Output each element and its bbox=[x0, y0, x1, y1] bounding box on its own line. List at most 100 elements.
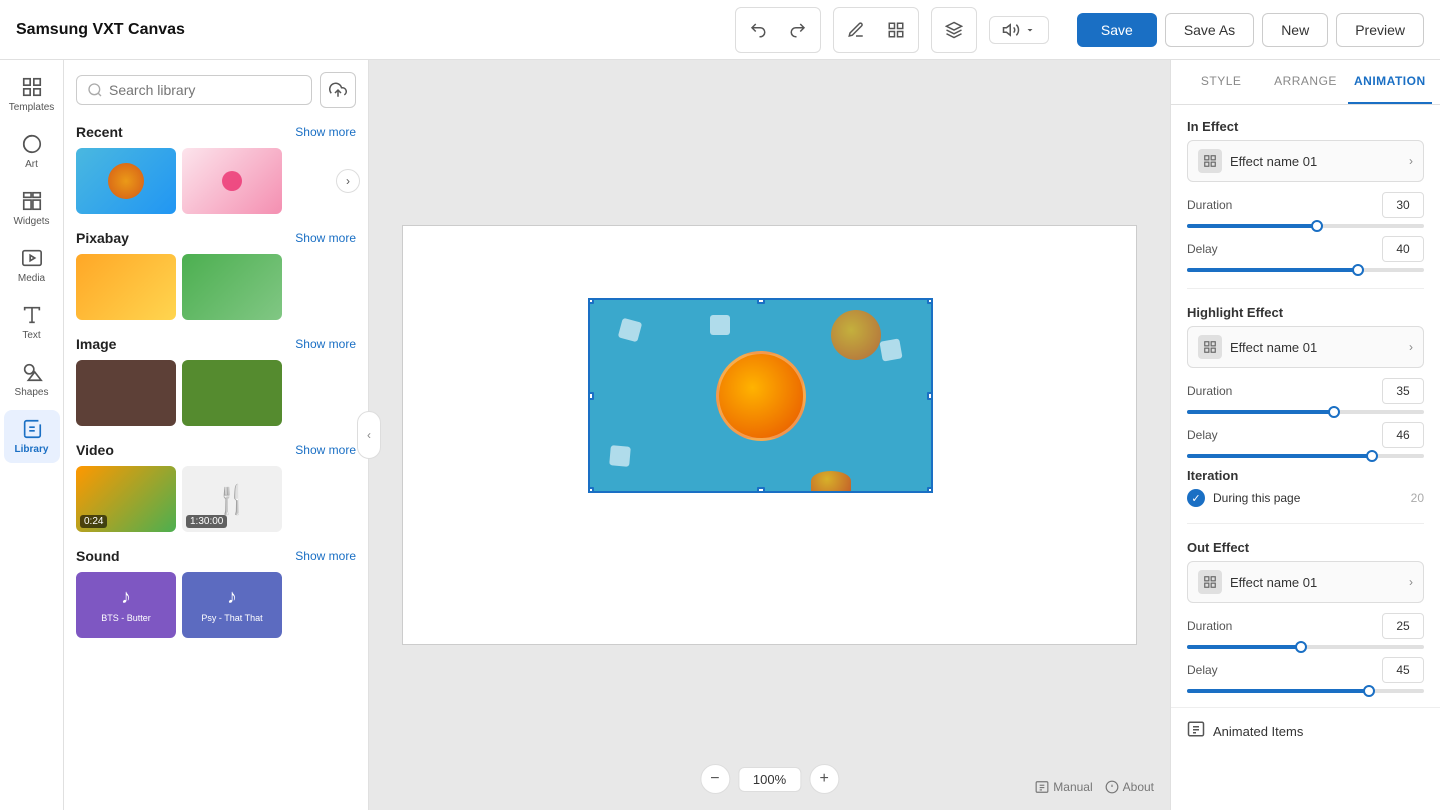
video-thumb-2[interactable]: 🍴 1:30:00 bbox=[182, 466, 282, 532]
in-duration-label: Duration bbox=[1187, 198, 1232, 212]
out-delay-fill bbox=[1187, 689, 1369, 693]
sidebar-item-widgets[interactable]: Widgets bbox=[4, 182, 60, 235]
out-delay-thumb[interactable] bbox=[1363, 685, 1375, 697]
sidebar-item-art[interactable]: Art bbox=[4, 125, 60, 178]
handle-middle-right[interactable] bbox=[927, 392, 933, 400]
in-delay-slider[interactable] bbox=[1187, 268, 1424, 272]
out-duration-row: Duration 25 bbox=[1187, 613, 1424, 649]
recent-show-more[interactable]: Show more bbox=[295, 125, 356, 139]
recent-nav-arrow[interactable]: › bbox=[336, 169, 360, 193]
in-delay-label: Delay bbox=[1187, 242, 1218, 256]
highlight-effect-dropdown[interactable]: Effect name 01 › bbox=[1187, 326, 1424, 368]
highlight-delay-thumb[interactable] bbox=[1366, 450, 1378, 462]
out-duration-label-row: Duration 25 bbox=[1187, 613, 1424, 639]
pen-tool-button[interactable] bbox=[838, 12, 874, 48]
highlight-effect-chevron: › bbox=[1409, 340, 1413, 354]
pixabay-show-more[interactable]: Show more bbox=[295, 231, 356, 245]
save-button[interactable]: Save bbox=[1077, 13, 1157, 47]
canvas-selected-image[interactable] bbox=[588, 298, 933, 493]
handle-top-right[interactable] bbox=[927, 298, 933, 304]
handle-top-middle[interactable] bbox=[757, 298, 765, 304]
highlight-duration-thumb[interactable] bbox=[1328, 406, 1340, 418]
save-as-button[interactable]: Save As bbox=[1165, 13, 1254, 47]
out-delay-value[interactable]: 45 bbox=[1382, 657, 1424, 683]
canvas-area: ‹ bbox=[369, 60, 1170, 810]
highlight-delay-slider[interactable] bbox=[1187, 454, 1424, 458]
in-duration-value[interactable]: 30 bbox=[1382, 192, 1424, 218]
sidebar-item-shapes[interactable]: Shapes bbox=[4, 353, 60, 406]
handle-bottom-left[interactable] bbox=[588, 487, 594, 493]
sidebar-item-templates[interactable]: Templates bbox=[4, 68, 60, 121]
zoom-level[interactable]: 100% bbox=[738, 767, 801, 792]
highlight-effect-name: Effect name 01 bbox=[1230, 340, 1401, 355]
highlight-effect-label: Highlight Effect bbox=[1187, 305, 1424, 320]
sidebar-item-media[interactable]: Media bbox=[4, 239, 60, 292]
out-duration-slider[interactable] bbox=[1187, 645, 1424, 649]
handle-middle-left[interactable] bbox=[588, 392, 594, 400]
image-show-more[interactable]: Show more bbox=[295, 337, 356, 351]
pixabay-thumb-2[interactable] bbox=[182, 254, 282, 320]
preview-button[interactable]: Preview bbox=[1336, 13, 1424, 47]
zoom-out-button[interactable]: − bbox=[700, 764, 730, 794]
animated-items-row[interactable]: Animated Items bbox=[1171, 707, 1440, 755]
in-duration-slider[interactable] bbox=[1187, 224, 1424, 228]
highlight-duration-slider[interactable] bbox=[1187, 410, 1424, 414]
sidebar-item-label-shapes: Shapes bbox=[15, 387, 49, 398]
image-thumb-1[interactable] bbox=[76, 360, 176, 426]
out-duration-fill bbox=[1187, 645, 1301, 649]
handle-bottom-right[interactable] bbox=[927, 487, 933, 493]
highlight-delay-value[interactable]: 46 bbox=[1382, 422, 1424, 448]
about-link[interactable]: About bbox=[1105, 780, 1154, 794]
out-delay-row: Delay 45 bbox=[1187, 657, 1424, 693]
highlight-duration-value[interactable]: 35 bbox=[1382, 378, 1424, 404]
upload-button[interactable] bbox=[320, 72, 356, 108]
canvas-collapse-button[interactable]: ‹ bbox=[357, 411, 381, 459]
in-effect-dropdown[interactable]: Effect name 01 › bbox=[1187, 140, 1424, 182]
iteration-checkbox[interactable]: ✓ bbox=[1187, 489, 1205, 507]
tab-style[interactable]: STYLE bbox=[1179, 60, 1263, 104]
search-input-wrap[interactable] bbox=[76, 75, 312, 105]
sound-icon-2: ♪ bbox=[227, 586, 237, 609]
video-badge-2: 1:30:00 bbox=[186, 515, 227, 528]
highlight-delay-label: Delay bbox=[1187, 428, 1218, 442]
out-duration-thumb[interactable] bbox=[1295, 641, 1307, 653]
tab-arrange[interactable]: ARRANGE bbox=[1263, 60, 1347, 104]
out-effect-dropdown[interactable]: Effect name 01 › bbox=[1187, 561, 1424, 603]
orange-slice-bottom bbox=[811, 471, 851, 491]
image-thumb-2[interactable] bbox=[182, 360, 282, 426]
manual-link[interactable]: Manual bbox=[1035, 780, 1092, 794]
audio-button[interactable] bbox=[994, 21, 1044, 39]
sidebar-item-library[interactable]: Library bbox=[4, 410, 60, 463]
search-input[interactable] bbox=[109, 82, 301, 98]
recent-thumb-1[interactable] bbox=[76, 148, 176, 214]
handle-top-left[interactable] bbox=[588, 298, 594, 304]
in-delay-thumb[interactable] bbox=[1352, 264, 1364, 276]
sound-thumb-2[interactable]: ♪ Psy - That That bbox=[182, 572, 282, 638]
new-button[interactable]: New bbox=[1262, 13, 1328, 47]
sound-icon-1: ♪ bbox=[121, 586, 131, 609]
sound-show-more[interactable]: Show more bbox=[295, 549, 356, 563]
recent-thumb-2[interactable] bbox=[182, 148, 282, 214]
zoom-in-button[interactable]: + bbox=[809, 764, 839, 794]
sidebar-item-text[interactable]: Text bbox=[4, 296, 60, 349]
canvas-info-right: Manual About bbox=[1035, 780, 1154, 794]
sound-title: Sound bbox=[76, 548, 120, 564]
out-effect-chevron: › bbox=[1409, 575, 1413, 589]
out-delay-slider[interactable] bbox=[1187, 689, 1424, 693]
sound-thumb-1[interactable]: ♪ BTS - Butter bbox=[76, 572, 176, 638]
handle-bottom-middle[interactable] bbox=[757, 487, 765, 493]
pixabay-thumb-1[interactable] bbox=[76, 254, 176, 320]
video-thumb-1[interactable]: 0:24 bbox=[76, 466, 176, 532]
in-duration-thumb[interactable] bbox=[1311, 220, 1323, 232]
redo-button[interactable] bbox=[780, 12, 816, 48]
out-effect-label: Out Effect bbox=[1187, 540, 1424, 555]
undo-button[interactable] bbox=[740, 12, 776, 48]
tab-animation[interactable]: ANIMATION bbox=[1348, 60, 1432, 104]
layers-button[interactable] bbox=[936, 12, 972, 48]
out-duration-value[interactable]: 25 bbox=[1382, 613, 1424, 639]
out-sliders: Duration 25 Delay 45 bbox=[1187, 613, 1424, 693]
grid-button[interactable] bbox=[878, 12, 914, 48]
in-delay-value[interactable]: 40 bbox=[1382, 236, 1424, 262]
main-area: Templates Art Widgets Media Text Shapes … bbox=[0, 60, 1440, 810]
video-show-more[interactable]: Show more bbox=[295, 443, 356, 457]
